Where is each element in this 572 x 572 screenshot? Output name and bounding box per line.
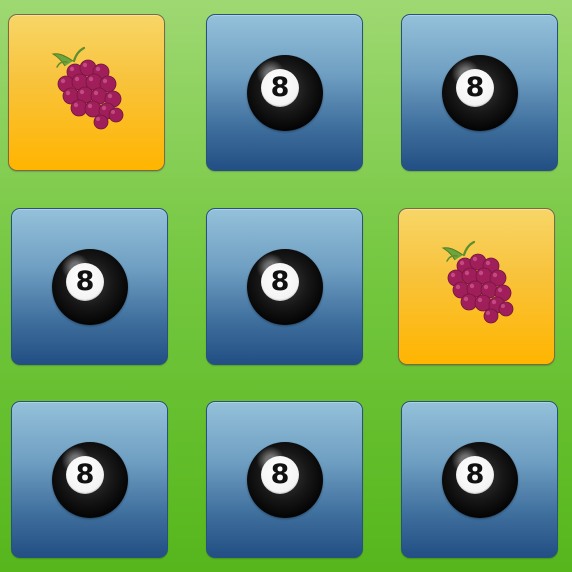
ball-number: 8 bbox=[465, 72, 485, 103]
card-1[interactable] bbox=[8, 14, 165, 171]
card-4[interactable]: 8 bbox=[11, 208, 168, 365]
eight-ball-icon: 8 bbox=[442, 442, 518, 518]
ball-number: 8 bbox=[75, 266, 95, 297]
ball-number-circle: 8 bbox=[66, 456, 104, 494]
ball-number: 8 bbox=[75, 459, 95, 490]
card-8[interactable]: 8 bbox=[206, 401, 363, 558]
grapes-icon bbox=[435, 237, 525, 327]
memory-game-board: 8 8 8 8 8 8 8 bbox=[0, 0, 572, 572]
eight-ball-icon: 8 bbox=[52, 249, 128, 325]
eight-ball-icon: 8 bbox=[247, 442, 323, 518]
ball-number-circle: 8 bbox=[261, 456, 299, 494]
ball-number-circle: 8 bbox=[456, 456, 494, 494]
card-7[interactable]: 8 bbox=[11, 401, 168, 558]
card-3[interactable]: 8 bbox=[401, 14, 558, 171]
ball-number: 8 bbox=[270, 459, 290, 490]
ball-number: 8 bbox=[270, 72, 290, 103]
card-9[interactable]: 8 bbox=[401, 401, 558, 558]
card-6[interactable] bbox=[398, 208, 555, 365]
eight-ball-icon: 8 bbox=[247, 249, 323, 325]
card-2[interactable]: 8 bbox=[206, 14, 363, 171]
ball-number-circle: 8 bbox=[456, 69, 494, 107]
ball-number-circle: 8 bbox=[261, 69, 299, 107]
eight-ball-icon: 8 bbox=[247, 55, 323, 131]
ball-number: 8 bbox=[270, 266, 290, 297]
ball-number-circle: 8 bbox=[66, 263, 104, 301]
ball-number: 8 bbox=[465, 459, 485, 490]
eight-ball-icon: 8 bbox=[52, 442, 128, 518]
eight-ball-icon: 8 bbox=[442, 55, 518, 131]
ball-number-circle: 8 bbox=[261, 263, 299, 301]
grapes-icon bbox=[45, 43, 135, 133]
card-5[interactable]: 8 bbox=[206, 208, 363, 365]
